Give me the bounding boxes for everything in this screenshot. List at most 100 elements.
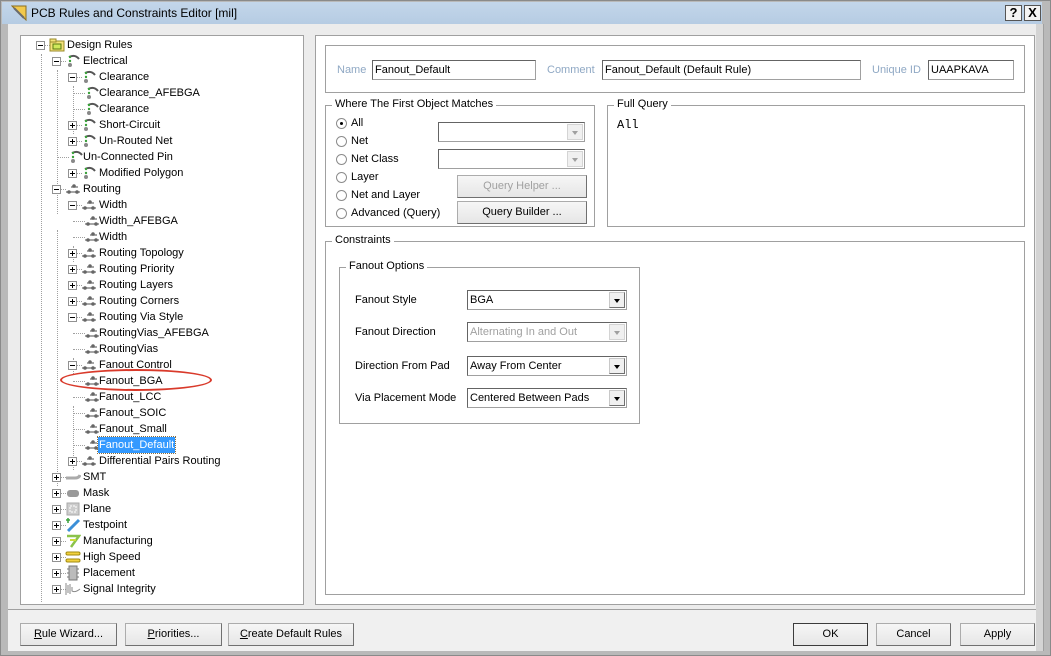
cancel-button[interactable]: Cancel [876, 623, 951, 646]
tree-item[interactable]: RoutingVias_AFEBGA [21, 325, 303, 341]
dropdown-arrow-icon[interactable] [609, 292, 625, 308]
expand-icon[interactable] [68, 121, 77, 130]
name-input[interactable]: Fanout_Default [372, 60, 536, 80]
fanout-options-group: Fanout Options Fanout Style BGA Fanout Dir… [339, 260, 640, 424]
tree-item[interactable]: Routing [21, 181, 303, 197]
ok-button[interactable]: OK [793, 623, 868, 646]
fanout-field-combo[interactable]: BGA [467, 290, 627, 310]
rules-tree[interactable]: Design Rules Electrical Clearance Clearance… [20, 35, 304, 605]
tree-item[interactable]: RoutingVias [21, 341, 303, 357]
dropdown-arrow-icon [567, 124, 583, 140]
tree-item[interactable]: Fanout_BGA [21, 373, 303, 389]
close-button[interactable]: X [1024, 5, 1041, 21]
expand-icon[interactable] [68, 169, 77, 178]
tree-item-label: Mask [83, 487, 110, 499]
tree-item-label: Clearance [99, 71, 150, 83]
collapse-icon[interactable] [68, 313, 77, 322]
tree-item[interactable]: Differential Pairs Routing [21, 453, 303, 469]
radio-label: Net Class [351, 153, 399, 165]
comment-input[interactable]: Fanout_Default (Default Rule) [602, 60, 861, 80]
radio-label: Advanced (Query) [351, 207, 441, 219]
tree-item[interactable]: Manufacturing [21, 533, 303, 549]
expand-icon[interactable] [52, 569, 61, 578]
tree-item[interactable]: Testpoint [21, 517, 303, 533]
query-builder-button[interactable]: Query Builder ... [457, 201, 587, 224]
tree-item[interactable]: Fanout_Small [21, 421, 303, 437]
tree-item[interactable]: Fanout_Default [21, 436, 303, 454]
radio-button[interactable] [336, 118, 347, 129]
create-default-rules-button[interactable]: Create Default Rules [228, 623, 354, 646]
tree-item[interactable]: Routing Via Style [21, 309, 303, 325]
expand-icon[interactable] [52, 537, 61, 546]
tree-item-label: Manufacturing [83, 535, 153, 547]
expand-icon[interactable] [52, 553, 61, 562]
expand-icon[interactable] [68, 137, 77, 146]
tree-item[interactable]: Electrical [21, 53, 303, 69]
collapse-icon[interactable] [52, 185, 61, 194]
title-bar: PCB Rules and Constraints Editor [mil] ?… [2, 2, 1042, 24]
expand-icon[interactable] [68, 265, 77, 274]
tree-item-label: Routing Layers [99, 279, 173, 291]
tree-item[interactable]: Un-Routed Net [21, 133, 303, 149]
radio-button[interactable] [336, 172, 347, 183]
tree-item[interactable]: Mask [21, 485, 303, 501]
fanout-field-label: Fanout Direction [355, 326, 436, 338]
tree-item[interactable]: High Speed [21, 549, 303, 565]
tree-item[interactable]: Routing Layers [21, 277, 303, 293]
expand-icon[interactable] [52, 521, 61, 530]
tree-item[interactable]: Fanout_SOIC [21, 405, 303, 421]
collapse-icon[interactable] [52, 57, 61, 66]
fanout-field-combo[interactable]: Away From Center [467, 356, 627, 376]
dropdown-arrow-icon[interactable] [609, 390, 625, 406]
tree-item[interactable]: Clearance_AFEBGA [21, 85, 303, 101]
collapse-icon[interactable] [68, 361, 77, 370]
tree-item[interactable]: Width [21, 229, 303, 245]
expand-icon[interactable] [52, 489, 61, 498]
expand-icon[interactable] [68, 297, 77, 306]
collapse-icon[interactable] [36, 41, 45, 50]
tree-item[interactable]: Design Rules [21, 37, 303, 53]
tree-item[interactable]: Fanout Control [21, 357, 303, 373]
unique-id-input[interactable]: UAAPKAVA [928, 60, 1014, 80]
tree-item[interactable]: Short-Circuit [21, 117, 303, 133]
collapse-icon[interactable] [68, 73, 77, 82]
tree-item[interactable]: SMT [21, 469, 303, 485]
dropdown-arrow-icon [609, 324, 625, 340]
tree-item[interactable]: Signal Integrity [21, 581, 303, 597]
radio-button[interactable] [336, 136, 347, 147]
expand-icon[interactable] [68, 249, 77, 258]
tree-item[interactable]: Width [21, 197, 303, 213]
tree-item[interactable]: Width_AFEBGA [21, 213, 303, 229]
dropdown-arrow-icon[interactable] [609, 358, 625, 374]
tree-item[interactable]: Routing Priority [21, 261, 303, 277]
expand-icon[interactable] [68, 281, 77, 290]
tree-item[interactable]: Placement [21, 565, 303, 581]
tree-item[interactable]: Clearance [21, 101, 303, 117]
fanout-field-combo[interactable]: Centered Between Pads [467, 388, 627, 408]
collapse-icon[interactable] [68, 201, 77, 210]
expand-icon[interactable] [52, 473, 61, 482]
expand-icon[interactable] [68, 457, 77, 466]
full-query-text[interactable]: All [617, 118, 639, 132]
tree-item[interactable]: Plane [21, 501, 303, 517]
radio-button[interactable] [336, 154, 347, 165]
tree-item-label: Routing Topology [99, 247, 184, 259]
apply-button[interactable]: Apply [960, 623, 1035, 646]
radio-button[interactable] [336, 208, 347, 219]
tree-item[interactable]: Modified Polygon [21, 165, 303, 181]
tree-item[interactable]: Routing Corners [21, 293, 303, 309]
help-button[interactable]: ? [1005, 5, 1022, 21]
tree-item-label: Clearance [99, 103, 150, 115]
tree-item[interactable]: Routing Topology [21, 245, 303, 261]
tree-item[interactable]: Clearance [21, 69, 303, 85]
expand-icon[interactable] [52, 585, 61, 594]
tree-item[interactable]: Fanout_LCC [21, 389, 303, 405]
tree-item-label: SMT [83, 471, 107, 483]
expand-icon[interactable] [52, 505, 61, 514]
tree-item[interactable]: Un-Connected Pin [21, 149, 303, 165]
priorities-button[interactable]: Priorities... [125, 623, 222, 646]
rule-wizard-button[interactable]: Rule Wizard... [20, 623, 117, 646]
radio-button[interactable] [336, 190, 347, 201]
first-object-matches-title: Where The First Object Matches [332, 98, 497, 110]
tree-item-label: Fanout_LCC [99, 391, 162, 403]
